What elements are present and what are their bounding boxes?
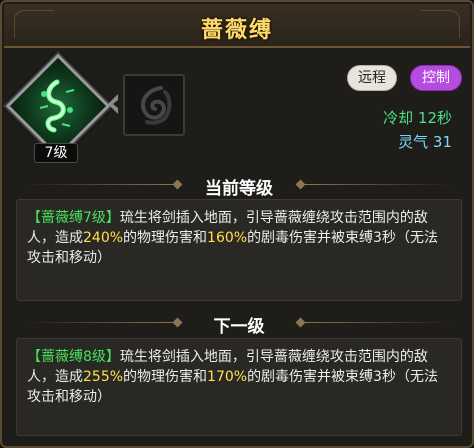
divider-line — [302, 322, 452, 323]
thorn-vine-icon — [39, 79, 75, 133]
next-level-header: 下一级 — [16, 309, 462, 337]
current-level-description: 【蔷薇缚7级】琉生将剑插入地面，引导蔷薇缠绕攻击范围内的敌人，造成240%的物理… — [16, 199, 462, 301]
desc-text: 的物理伤害和 — [123, 230, 208, 246]
next-level-description: 【蔷薇缚8级】琉生将剑插入地面，引导蔷薇缠绕攻击范围内的敌人，造成255%的物理… — [16, 338, 462, 436]
current-level-label: 当前等级 — [205, 179, 273, 199]
desc-text: 的物理伤害和 — [123, 369, 208, 385]
divider-line — [302, 184, 452, 185]
skill-level-badge: 7级 — [34, 143, 78, 163]
skill-title: 蔷薇缚 — [200, 18, 273, 43]
next-level-label: 下一级 — [213, 317, 265, 337]
skill-name-tag: 【蔷薇缚7级】 — [27, 210, 120, 226]
current-level-header: 当前等级 — [16, 171, 462, 199]
skill-detail-panel: 蔷薇缚 7级 远程 控制 冷却 12秒 灵气 31 当前等级 【蔷薇缚7级】琉生… — [0, 0, 474, 448]
physical-damage-pct: 255% — [83, 369, 124, 385]
range-tag: 远程 — [347, 65, 397, 91]
title-bar: 蔷薇缚 — [4, 4, 470, 48]
qi-cost-stat: 灵气 31 — [398, 133, 452, 151]
physical-damage-pct: 240% — [83, 230, 124, 246]
next-skill-icon[interactable] — [123, 74, 185, 136]
poison-damage-pct: 160% — [207, 230, 248, 246]
poison-damage-pct: 170% — [207, 369, 248, 385]
cooldown-stat: 冷却 12秒 — [383, 109, 452, 127]
control-tag: 控制 — [410, 65, 462, 91]
arrow-left-icon[interactable] — [106, 92, 120, 116]
skill-name-tag: 【蔷薇缚8级】 — [27, 349, 120, 365]
fire-swirl-icon — [141, 86, 172, 125]
